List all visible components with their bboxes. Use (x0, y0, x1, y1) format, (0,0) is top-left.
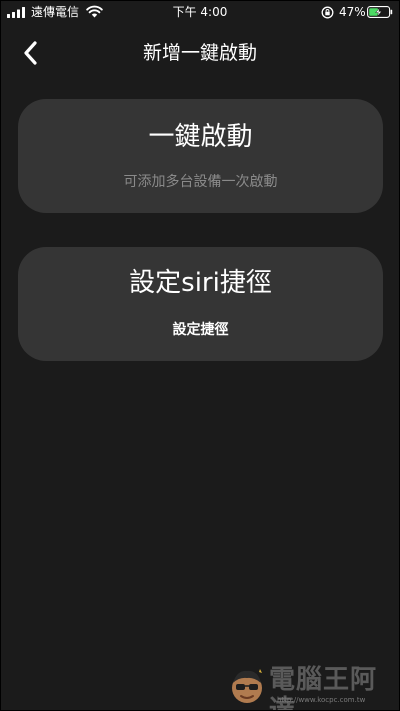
orientation-lock-icon (321, 6, 334, 19)
watermark-logo: 電腦王阿達 http://www.kocpc.com.tw (229, 661, 399, 710)
app-screen: 遠傳電信 下午 4:00 47% 新增一鍵啟動 一鍵啟動 可添加多台設備一次啟動… (0, 0, 400, 711)
watermark-url: http://www.kocpc.com.tw (277, 696, 366, 704)
page-title: 新增一鍵啟動 (142, 42, 257, 64)
card-title: 一鍵啟動 (148, 122, 253, 152)
one-tap-launch-card[interactable]: 一鍵啟動 可添加多台設備一次啟動 (18, 99, 383, 213)
card-title: 設定siri捷徑 (129, 268, 272, 298)
set-shortcut-link[interactable]: 設定捷徑 (18, 321, 383, 339)
card-subtitle: 可添加多台設備一次啟動 (123, 174, 278, 190)
mascot-face-icon (232, 669, 262, 703)
battery-percentage: 47% (339, 5, 366, 19)
battery-charging-icon (367, 6, 393, 18)
siri-shortcut-card[interactable]: 設定siri捷徑 設定捷徑 (18, 247, 383, 361)
status-bar: 遠傳電信 下午 4:00 47% (1, 1, 399, 23)
